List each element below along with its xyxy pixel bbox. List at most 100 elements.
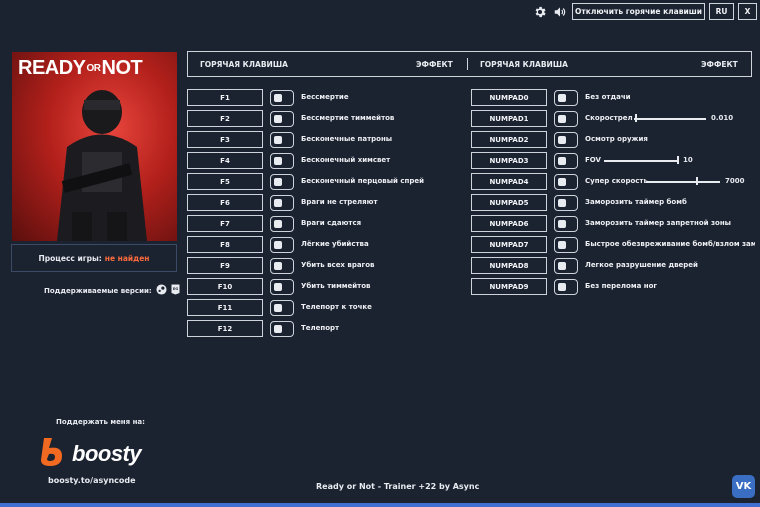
- game-cover: READYORNOT: [12, 52, 177, 241]
- speed-value: 7000: [725, 177, 745, 185]
- toggle-numpad3[interactable]: [554, 153, 578, 169]
- hotkey-f2[interactable]: F2: [187, 110, 263, 127]
- fire-rate-value: 0.010: [711, 114, 734, 122]
- toggle-f8[interactable]: [270, 237, 294, 253]
- hotkey-f12[interactable]: F12: [187, 320, 263, 337]
- cheat-label-numpad3: FOV: [585, 156, 601, 164]
- hotkey-f6[interactable]: F6: [187, 194, 263, 211]
- hotkey-f1[interactable]: F1: [187, 89, 263, 106]
- versions-label: Поддерживаемые версии:: [44, 286, 152, 295]
- toggle-numpad2[interactable]: [554, 132, 578, 148]
- fov-slider-track[interactable]: [604, 160, 679, 162]
- hotkey-f4[interactable]: F4: [187, 152, 263, 169]
- cheat-label-f7: Враги сдаются: [301, 219, 362, 227]
- cheat-label-numpad5: Заморозить таймер бомб: [585, 198, 687, 206]
- boosty-brand: boosty: [72, 441, 142, 466]
- toggle-numpad8[interactable]: [554, 258, 578, 274]
- toggle-f3[interactable]: [270, 132, 294, 148]
- cheat-label-numpad7: Быстрое обезвреживание бомб/взлом замков: [585, 240, 755, 248]
- process-status-value: не найден: [104, 253, 150, 263]
- cheat-label-numpad9: Без перелома ног: [585, 282, 658, 290]
- toggle-f1[interactable]: [270, 90, 294, 106]
- hotkey-numpad1[interactable]: NUMPAD1: [471, 110, 547, 127]
- cheat-label-f11: Телепорт к точке: [301, 303, 372, 311]
- fov-slider-handle[interactable]: [677, 156, 679, 164]
- boosty-icon: [38, 436, 66, 472]
- hotkey-numpad7[interactable]: NUMPAD7: [471, 236, 547, 253]
- fire-rate-slider-track[interactable]: [634, 118, 706, 120]
- hotkey-f3[interactable]: F3: [187, 131, 263, 148]
- toggle-numpad9[interactable]: [554, 279, 578, 295]
- hotkey-numpad3[interactable]: NUMPAD3: [471, 152, 547, 169]
- bottom-accent-bar: [0, 503, 760, 507]
- cheat-label-f2: Бессмертие тиммейтов: [301, 114, 395, 122]
- process-label: Процесс игры:: [38, 253, 102, 263]
- hotkey-f11[interactable]: F11: [187, 299, 263, 316]
- fire-rate-slider-handle[interactable]: [635, 114, 638, 122]
- toggle-numpad5[interactable]: [554, 195, 578, 211]
- cheat-label-f3: Бесконечные патроны: [301, 135, 393, 143]
- toggle-numpad7[interactable]: [554, 237, 578, 253]
- hotkeys-table-header: ГОРЯЧАЯ КЛАВИША ЭФФЕКТ ГОРЯЧАЯ КЛАВИША Э…: [187, 51, 752, 77]
- hotkey-f8[interactable]: F8: [187, 236, 263, 253]
- header-divider: [467, 58, 468, 70]
- hotkey-numpad9[interactable]: NUMPAD9: [471, 278, 547, 295]
- cheat-label-f4: Бесконечный химсвет: [301, 156, 391, 164]
- speed-slider-handle[interactable]: [696, 177, 699, 185]
- hotkey-f10[interactable]: F10: [187, 278, 263, 295]
- hotkey-numpad8[interactable]: NUMPAD8: [471, 257, 547, 274]
- toggle-numpad0[interactable]: [554, 90, 578, 106]
- steam-icon: [156, 284, 167, 297]
- hotkey-f7[interactable]: F7: [187, 215, 263, 232]
- gear-icon[interactable]: [531, 3, 548, 20]
- cheat-label-f12: Телепорт: [301, 324, 340, 332]
- toggle-f12[interactable]: [270, 321, 294, 337]
- header-hotkey-left: ГОРЯЧАЯ КЛАВИША: [200, 60, 288, 69]
- disable-hotkeys-button[interactable]: Отключить горячие клавиши: [572, 3, 705, 20]
- cheat-label-f6: Враги не стреляют: [301, 198, 378, 206]
- cheat-label-numpad6: Заморозить таймер запретной зоны: [585, 219, 732, 227]
- cheat-label-f10: Убить тиммейтов: [301, 282, 371, 290]
- hotkey-numpad6[interactable]: NUMPAD6: [471, 215, 547, 232]
- cheat-label-f8: Лёгкие убийства: [301, 240, 369, 248]
- toggle-numpad1[interactable]: [554, 111, 578, 127]
- header-effect-right: ЭФФЕКТ: [701, 60, 738, 69]
- cheat-label-numpad1: Скорострел: [585, 114, 633, 122]
- language-button[interactable]: RU: [709, 3, 734, 20]
- header-effect-left: ЭФФЕКТ: [416, 60, 453, 69]
- hotkey-numpad2[interactable]: NUMPAD2: [471, 131, 547, 148]
- toggle-f7[interactable]: [270, 216, 294, 232]
- boosty-link[interactable]: boosty.to/asyncode: [48, 476, 136, 485]
- toggle-f5[interactable]: [270, 174, 294, 190]
- toggle-f10[interactable]: [270, 279, 294, 295]
- toggle-f4[interactable]: [270, 153, 294, 169]
- speaker-icon[interactable]: [551, 3, 568, 20]
- cheat-label-numpad0: Без отдачи: [585, 93, 631, 101]
- toggle-f2[interactable]: [270, 111, 294, 127]
- cheat-label-f5: Бесконечный перцовый спрей: [301, 177, 425, 185]
- vk-icon[interactable]: VK: [732, 475, 755, 498]
- header-hotkey-right: ГОРЯЧАЯ КЛАВИША: [480, 60, 568, 69]
- toggle-numpad6[interactable]: [554, 216, 578, 232]
- hotkey-f5[interactable]: F5: [187, 173, 263, 190]
- toggle-f6[interactable]: [270, 195, 294, 211]
- hotkey-numpad4[interactable]: NUMPAD4: [471, 173, 547, 190]
- toggle-f11[interactable]: [270, 300, 294, 316]
- epic-games-icon: EG: [171, 284, 180, 297]
- toggle-f9[interactable]: [270, 258, 294, 274]
- cover-title: READYORNOT: [18, 57, 143, 79]
- boosty-logo[interactable]: boosty: [38, 436, 142, 472]
- hotkey-numpad5[interactable]: NUMPAD5: [471, 194, 547, 211]
- cheat-label-f9: Убить всех врагов: [301, 261, 375, 269]
- close-button[interactable]: X: [738, 3, 757, 20]
- svg-text:EG: EG: [173, 287, 178, 291]
- hotkey-numpad0[interactable]: NUMPAD0: [471, 89, 547, 106]
- toggle-numpad4[interactable]: [554, 174, 578, 190]
- speed-slider-track[interactable]: [646, 181, 720, 183]
- process-status: Процесс игры: не найден: [11, 244, 177, 272]
- cheat-label-numpad2: Осмотр оружия: [585, 135, 648, 143]
- soldier-illustration: [57, 90, 147, 241]
- support-title: Поддержать меня на:: [56, 418, 145, 426]
- hotkey-f9[interactable]: F9: [187, 257, 263, 274]
- cheat-label-numpad4: Супер скорость: [585, 177, 648, 185]
